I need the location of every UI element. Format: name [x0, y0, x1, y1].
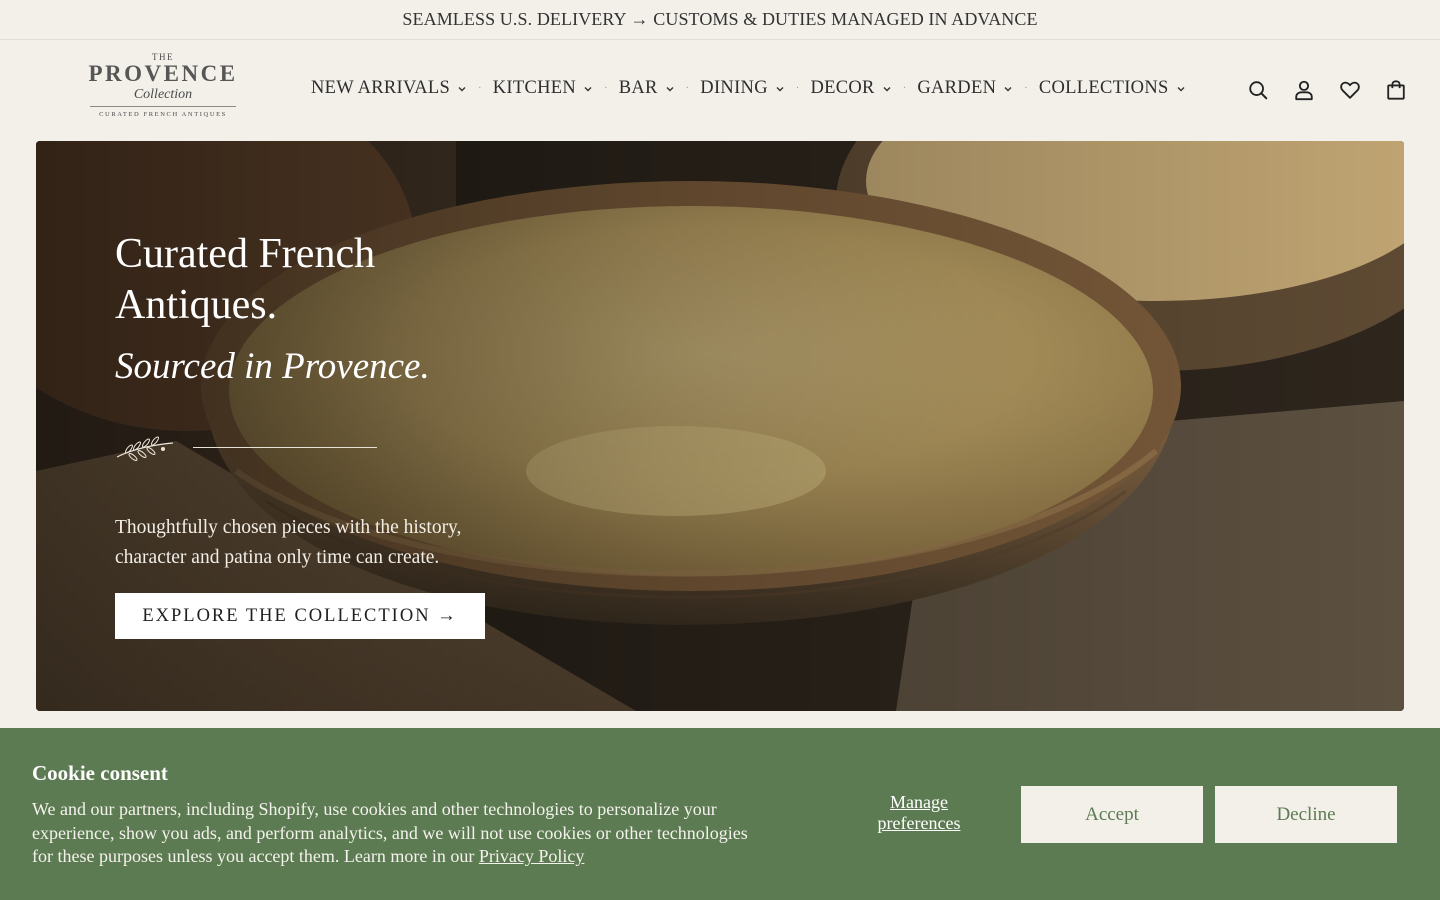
logo-tagline: CURATED FRENCH ANTIQUES: [99, 111, 227, 118]
search-icon: [1249, 81, 1268, 100]
manage-preferences-link[interactable]: Manage preferences: [860, 792, 978, 834]
explore-collection-button[interactable]: EXPLORE THE COLLECTION →: [115, 593, 485, 639]
nav-separator: ·: [795, 83, 800, 94]
logo-wordmark: PROVENCE: [88, 61, 238, 86]
privacy-policy-link[interactable]: Privacy Policy: [479, 846, 585, 866]
nav-item-label: KITCHEN: [492, 78, 577, 98]
nav-item-label: BAR: [618, 78, 658, 98]
nav-item-kitchen[interactable]: KITCHEN: [493, 78, 593, 99]
cookie-body: We and our partners, including Shopify, …: [32, 799, 748, 866]
site-header: THE PROVENCE Collection CURATED FRENCH A…: [0, 40, 1440, 140]
hero-description: Thoughtfully chosen pieces with the hist…: [115, 517, 462, 568]
nav-item-dining[interactable]: DINING: [700, 78, 785, 99]
nav-item-label: GARDEN: [917, 78, 997, 98]
chevron-down-icon: [584, 86, 592, 91]
accept-button[interactable]: Accept: [1021, 786, 1203, 843]
nav-item-decor[interactable]: DECOR: [811, 78, 892, 99]
logo[interactable]: THE PROVENCE Collection CURATED FRENCH A…: [82, 52, 244, 119]
account-icon: [1295, 80, 1313, 101]
hero-subtitle: Sourced in Provence.: [115, 346, 430, 387]
cookie-text: We and our partners, including Shopify, …: [32, 798, 762, 869]
announcement-text: SEAMLESS U.S. DELIVERY → CUSTOMS & DUTIE…: [402, 9, 1038, 29]
nav-item-garden[interactable]: GARDEN: [917, 78, 1013, 99]
decline-button[interactable]: Decline: [1215, 786, 1397, 843]
chevron-down-icon: [883, 86, 891, 91]
cart-button[interactable]: [1384, 78, 1408, 102]
chevron-down-icon: [666, 86, 674, 91]
nav-item-label: NEW ARRIVALS: [311, 78, 451, 98]
hero-title: Curated French Antiques.: [115, 231, 376, 328]
chevron-down-icon: [776, 86, 784, 91]
chevron-down-icon: [1177, 86, 1185, 91]
olive-branch-icon: [116, 436, 174, 461]
chevron-down-icon: [1004, 86, 1012, 91]
hero-content: Curated French Antiques. Sourced in Prov…: [115, 229, 495, 639]
wishlist-button[interactable]: [1338, 78, 1362, 102]
nav-item-label: DECOR: [810, 78, 875, 98]
cart-bag-icon: [1387, 80, 1405, 100]
cookie-consent-banner: Cookie consent We and our partners, incl…: [0, 728, 1440, 900]
nav-item-bar[interactable]: BAR: [619, 78, 675, 99]
account-button[interactable]: [1292, 78, 1316, 102]
main-nav: NEW ARRIVALS · KITCHEN · BAR · DINING · …: [311, 78, 1186, 99]
nav-item-label: DINING: [700, 78, 768, 98]
logo-collection: Collection: [133, 87, 193, 102]
nav-item-collections[interactable]: COLLECTIONS: [1039, 78, 1186, 99]
nav-separator: ·: [902, 83, 907, 94]
header-icons: [1224, 78, 1408, 102]
hero-divider: [115, 431, 495, 463]
nav-separator: ·: [478, 83, 482, 94]
nav-separator: ·: [685, 83, 690, 94]
nav-item-label: COLLECTIONS: [1038, 78, 1169, 98]
hero-banner: Curated French Antiques. Sourced in Prov…: [36, 141, 1404, 711]
cookie-title: Cookie consent: [32, 761, 168, 785]
logo-rule: [90, 106, 236, 107]
search-button[interactable]: [1246, 78, 1270, 102]
nav-separator: ·: [604, 83, 608, 94]
nav-separator: ·: [1024, 83, 1028, 94]
wishlist-heart-icon: [1340, 81, 1360, 99]
announcement-bar: SEAMLESS U.S. DELIVERY → CUSTOMS & DUTIE…: [0, 0, 1440, 40]
divider-line: [193, 446, 377, 448]
chevron-down-icon: [458, 86, 466, 91]
nav-item-new-arrivals[interactable]: NEW ARRIVALS: [311, 78, 467, 99]
